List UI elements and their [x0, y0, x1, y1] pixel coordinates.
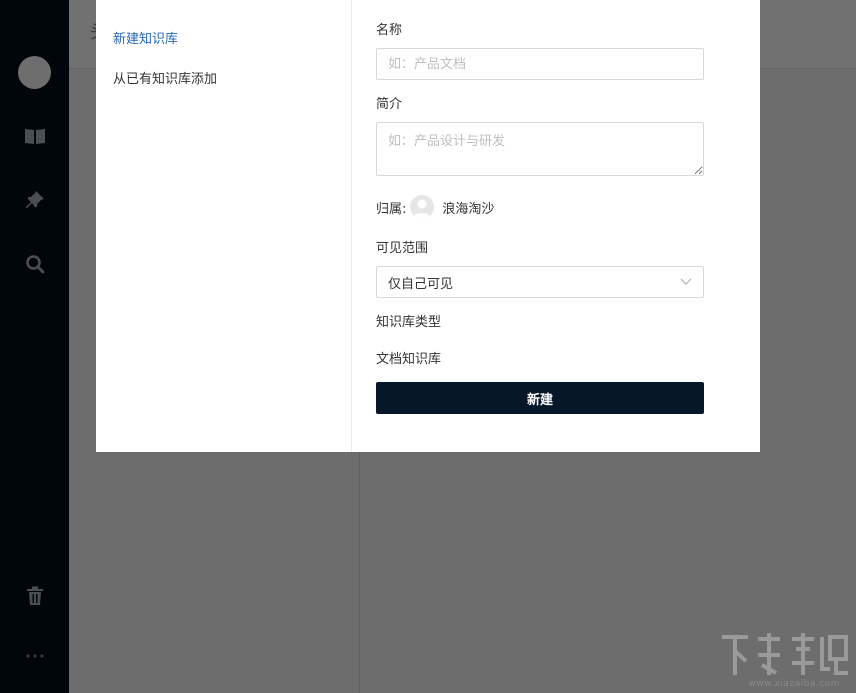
- sidebar: [0, 0, 69, 693]
- owner-name: 浪海淘沙: [442, 201, 495, 217]
- pin-icon[interactable]: [22, 187, 48, 213]
- owner-label: 归属:: [376, 201, 407, 217]
- owner-avatar: [410, 195, 435, 219]
- visibility-select[interactable]: 仅自己可见: [376, 266, 704, 298]
- watermark-url: www.xiazaiba.com: [748, 679, 840, 689]
- library-type-label: 知识库类型: [376, 315, 442, 330]
- intro-textarea[interactable]: [376, 122, 704, 176]
- user-avatar-icon: [413, 199, 432, 219]
- menu-item-add-existing-library[interactable]: 从已有知识库添加: [113, 68, 217, 87]
- book-icon[interactable]: [22, 123, 48, 149]
- name-label: 名称: [376, 23, 403, 38]
- watermark-logo-icon: [722, 633, 848, 675]
- user-avatar[interactable]: [18, 56, 51, 89]
- create-library-form: 名称 简介 归属: 浪海淘沙 可见范围 仅自己可见: [376, 0, 706, 452]
- visibility-label: 可见范围: [376, 241, 429, 256]
- library-type-value: 文档知识库: [376, 352, 442, 367]
- app: 头: [0, 0, 856, 693]
- create-button[interactable]: 新建: [376, 382, 704, 414]
- more-icon[interactable]: [22, 643, 48, 669]
- modal-menu: 新建知识库 从已有知识库添加: [96, 0, 352, 452]
- chevron-down-icon: [680, 278, 692, 285]
- trash-icon[interactable]: [22, 583, 48, 609]
- intro-label: 简介: [376, 97, 403, 112]
- watermark-logo: www.xiazaiba.com: [718, 629, 850, 689]
- search-icon[interactable]: [22, 251, 48, 277]
- create-library-modal: 新建知识库 从已有知识库添加 名称 简介 归属: 浪海淘沙 可见范围 仅自: [96, 0, 760, 452]
- visibility-value: 仅自己可见: [388, 276, 454, 292]
- owner-row: 归属: 浪海淘沙: [376, 194, 494, 220]
- name-input[interactable]: [376, 48, 704, 80]
- menu-item-new-library[interactable]: 新建知识库: [113, 28, 178, 47]
